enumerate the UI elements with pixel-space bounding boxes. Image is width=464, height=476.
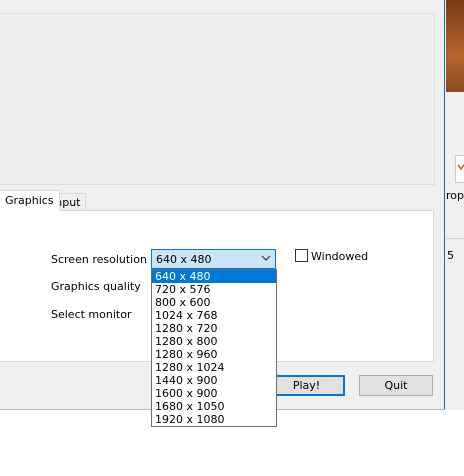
resolution-option[interactable]: 640 x 480 <box>152 270 276 283</box>
select-monitor-label: Select monitor <box>51 308 132 321</box>
resolution-option[interactable]: 1600 x 900 <box>152 387 276 400</box>
resolution-option[interactable]: 1680 x 1050 <box>152 400 276 413</box>
chevron-down-icon <box>261 255 271 261</box>
background-divider <box>446 238 464 239</box>
tab-graphics[interactable]: Graphics <box>0 190 60 211</box>
background-photo <box>446 0 464 92</box>
resolution-option[interactable]: 800 x 600 <box>152 296 276 309</box>
resolution-option[interactable]: 1280 x 960 <box>152 348 276 361</box>
resolution-option[interactable]: 1024 x 768 <box>152 309 276 322</box>
resolution-option[interactable]: 1440 x 900 <box>152 374 276 387</box>
resolution-option[interactable]: 720 x 576 <box>152 283 276 296</box>
windowed-checkbox[interactable] <box>295 249 308 262</box>
screen-resolution-value: 640 x 480 <box>156 253 212 266</box>
banner-image-area <box>0 13 435 185</box>
screen-resolution-label: Screen resolution <box>51 253 147 266</box>
resolution-option[interactable]: 1920 x 1080 <box>152 413 276 426</box>
checkmark-icon <box>457 163 464 171</box>
screen-resolution-select[interactable]: 640 x 480 <box>151 249 276 269</box>
background-text: rop <box>446 189 464 202</box>
graphics-quality-label: Graphics quality <box>51 280 141 293</box>
windowed-label[interactable]: Windowed <box>311 250 368 263</box>
quit-button[interactable]: Quit <box>359 375 433 396</box>
resolution-option[interactable]: 1280 x 800 <box>152 335 276 348</box>
resolution-option[interactable]: 1280 x 1024 <box>152 361 276 374</box>
play-button[interactable]: Play! <box>268 375 345 396</box>
resolution-dropdown-list[interactable]: 640 x 480 720 x 576 800 x 600 1024 x 768… <box>151 269 277 427</box>
resolution-option[interactable]: 1280 x 720 <box>152 322 276 335</box>
background-text: 5 <box>447 249 454 262</box>
